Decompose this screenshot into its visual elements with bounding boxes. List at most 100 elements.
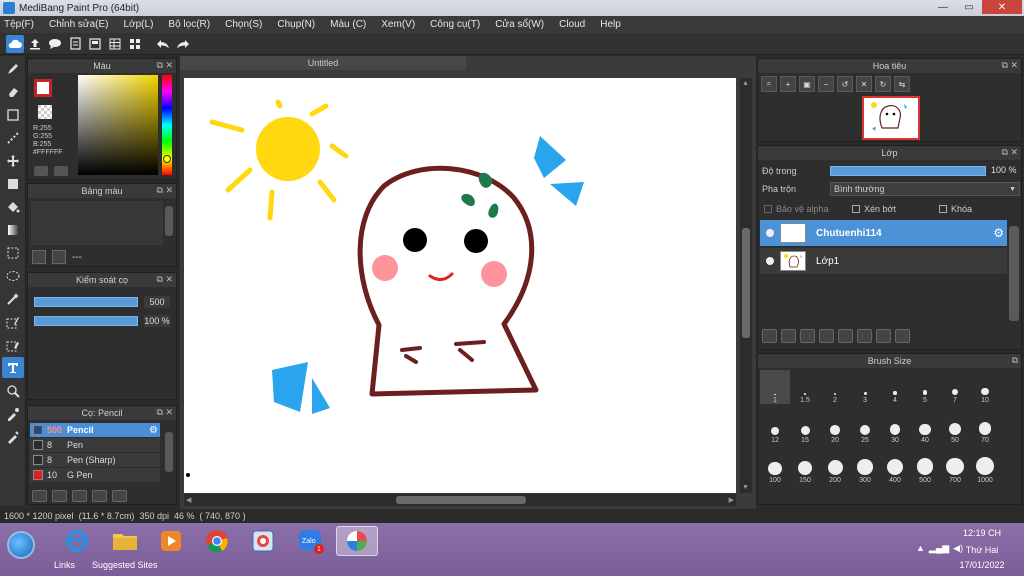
menu-edit[interactable]: Chỉnh sửa(E) <box>49 19 109 30</box>
clock-time[interactable]: 12:19 CH <box>962 528 1002 538</box>
fill-rect-tool-icon[interactable] <box>2 173 24 194</box>
panel-float-icon[interactable]: ⧉ <box>1012 355 1018 366</box>
background-color-swatch[interactable] <box>38 105 52 119</box>
flip-horizontal-icon[interactable]: ⇆ <box>894 76 910 92</box>
menu-cloud[interactable]: Cloud <box>559 19 585 30</box>
hue-slider-handle[interactable] <box>163 155 171 163</box>
delete-palette-icon[interactable] <box>52 250 66 264</box>
brush-size-option[interactable]: 1000 <box>970 450 1000 484</box>
brush-list-scrollbar[interactable] <box>165 432 173 472</box>
color-add-button[interactable] <box>54 166 68 176</box>
brush-size-option[interactable]: 50 <box>940 410 970 444</box>
add-brush-icon[interactable] <box>72 490 87 502</box>
internet-explorer-icon[interactable] <box>56 526 98 556</box>
panel-float-close-icon[interactable]: ⧉ ✕ <box>1002 60 1018 71</box>
brush-size-option[interactable]: 1 <box>760 370 790 404</box>
brush-size-option[interactable]: 5 <box>910 370 940 404</box>
eyedropper-tool-icon[interactable] <box>2 403 24 424</box>
gradient-tool-icon[interactable] <box>2 219 24 240</box>
blend-mode-select[interactable]: Bình thường ▼ <box>830 182 1020 196</box>
network-signal-icon[interactable]: ▂▄▆ <box>929 543 949 554</box>
actual-size-icon[interactable]: ▣ <box>799 76 815 92</box>
brush-size-option[interactable]: 100 <box>760 450 790 484</box>
brush-size-option[interactable]: 40 <box>910 410 940 444</box>
color-mode-button[interactable] <box>34 166 48 176</box>
page-icon[interactable] <box>86 35 104 53</box>
panel-float-close-icon[interactable]: ⧉ ✕ <box>1002 147 1018 158</box>
drawing-canvas[interactable] <box>184 78 736 493</box>
gear-icon[interactable]: ⚙ <box>993 226 1004 240</box>
file-explorer-icon[interactable] <box>104 526 146 556</box>
add-layer-menu-icon[interactable] <box>819 329 834 343</box>
scroll-up-icon[interactable]: ▲ <box>742 80 749 87</box>
layer-row-chutuenhi114[interactable]: Chutuenhi114 ⚙ <box>760 220 1007 247</box>
brush-size-option[interactable]: 500 <box>910 450 940 484</box>
palette-swatch-area[interactable] <box>31 201 163 245</box>
medibang-taskbar-icon[interactable] <box>336 526 378 556</box>
document-tab[interactable]: Untitled <box>180 56 466 70</box>
reset-rotation-icon[interactable]: ✕ <box>856 76 872 92</box>
clipping-checkbox[interactable]: Xén bớt <box>852 204 896 214</box>
text-tool-icon[interactable] <box>2 357 24 378</box>
new-brush-icon[interactable] <box>52 490 67 502</box>
menu-color[interactable]: Màu (C) <box>330 19 366 30</box>
move-tool-icon[interactable] <box>2 150 24 171</box>
brush-size-value[interactable]: 500 <box>144 296 170 308</box>
panel-float-close-icon[interactable]: ⧉ ✕ <box>157 274 173 285</box>
brush-size-option[interactable]: 150 <box>790 450 820 484</box>
canvas-horizontal-scroll-thumb[interactable] <box>396 496 526 504</box>
gear-icon[interactable]: ⚙ <box>149 425 158 436</box>
magic-wand-tool-icon[interactable] <box>2 288 24 309</box>
start-button[interactable] <box>7 531 35 559</box>
menu-select[interactable]: Chọn(S) <box>225 19 262 30</box>
protect-alpha-checkbox[interactable]: Bảo vệ alpha <box>764 204 829 214</box>
layer-row-lop1[interactable]: Lớp1 <box>760 248 1007 275</box>
select-tool-icon[interactable] <box>2 242 24 263</box>
cloud-brush-icon[interactable] <box>32 490 47 502</box>
brush-size-option[interactable]: 3 <box>850 370 880 404</box>
eraser-tool-icon[interactable] <box>2 81 24 102</box>
lasso-tool-icon[interactable] <box>2 265 24 286</box>
duplicate-layer-icon[interactable] <box>857 329 872 343</box>
navigator-preview[interactable] <box>862 96 920 140</box>
show-hidden-icons-icon[interactable]: ▲ <box>916 543 925 554</box>
palette-scrollbar[interactable] <box>165 206 173 236</box>
brush-size-option[interactable]: 2 <box>820 370 850 404</box>
brush-size-option[interactable]: 700 <box>940 450 970 484</box>
menu-snap[interactable]: Chụp(N) <box>277 19 315 30</box>
brush-item-pencil[interactable]: 500 Pencil ⚙ <box>30 423 160 437</box>
operation-tool-icon[interactable] <box>2 380 24 401</box>
menu-file[interactable]: Tệp(F) <box>4 19 34 30</box>
zoom-fit-icon[interactable]: ⌕ <box>761 76 777 92</box>
scroll-left-icon[interactable]: ◀ <box>186 496 191 504</box>
brush-size-slider[interactable] <box>34 297 138 307</box>
new-layer-icon[interactable] <box>762 329 777 343</box>
maximize-button[interactable]: ▭ <box>956 0 982 14</box>
brush-size-option[interactable]: 30 <box>880 410 910 444</box>
links-toolbar[interactable]: Links <box>54 560 75 570</box>
hand-tool-icon[interactable] <box>2 426 24 447</box>
redo-icon[interactable] <box>174 35 192 53</box>
canvas-vertical-scrollbar[interactable]: ▲ ▼ <box>740 78 752 493</box>
zalo-icon[interactable]: Zalo 1 <box>290 526 332 556</box>
clock-date[interactable]: 17/01/2022 <box>956 560 1008 570</box>
suggested-sites-link[interactable]: Suggested Sites <box>92 560 158 570</box>
bucket-tool-icon[interactable] <box>2 196 24 217</box>
brush-item-pen[interactable]: 8 Pen <box>30 438 160 452</box>
brush-size-option[interactable]: 15 <box>790 410 820 444</box>
menu-layer[interactable]: Lớp(L) <box>124 19 154 30</box>
canvas-vertical-scroll-thumb[interactable] <box>742 228 750 338</box>
dotted-line-tool-icon[interactable] <box>2 127 24 148</box>
visibility-icon[interactable] <box>766 229 774 237</box>
scroll-down-icon[interactable]: ▼ <box>742 484 749 491</box>
zoom-in-icon[interactable]: + <box>780 76 796 92</box>
clock-day[interactable]: Thứ Hai <box>962 545 1002 555</box>
panel-float-close-icon[interactable]: ⧉ ✕ <box>157 60 173 71</box>
layer-opacity-slider[interactable] <box>830 166 986 176</box>
new-folder-icon[interactable] <box>838 329 853 343</box>
menu-view[interactable]: Xem(V) <box>381 19 415 30</box>
menu-tools[interactable]: Công cụ(T) <box>430 19 480 30</box>
select-eraser-tool-icon[interactable] <box>2 334 24 355</box>
document-icon[interactable] <box>66 35 84 53</box>
brush-tool-icon[interactable] <box>2 58 24 79</box>
